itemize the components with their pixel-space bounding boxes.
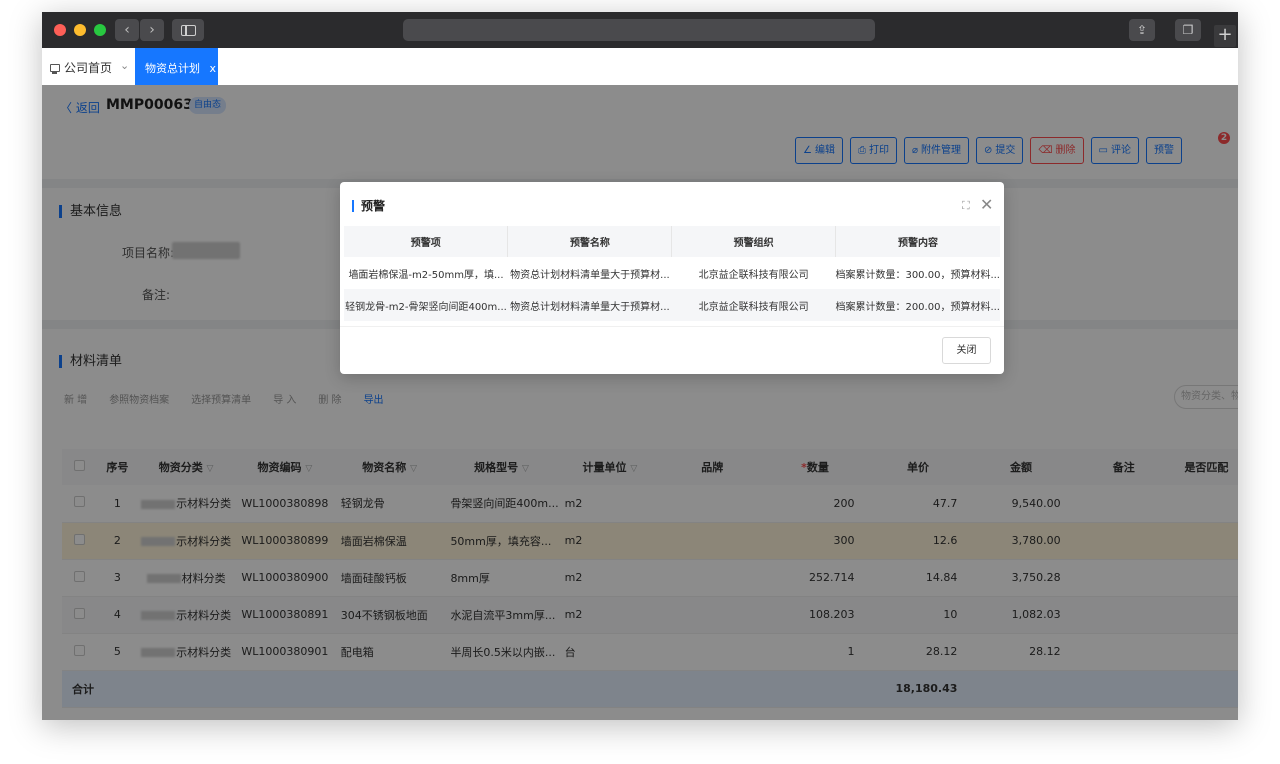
col-warning-item: 预警项 [344,226,509,257]
modal-backdrop[interactable] [42,85,1238,720]
tab-home[interactable]: 公司首页 [50,59,112,76]
close-icon[interactable]: ✕ [980,195,993,214]
col-warning-name: 预警名称 [507,226,673,257]
browser-toolbar: ‹ › ⇪ ❐ + [42,12,1238,48]
browser-window: ‹ › ⇪ ❐ + 公司首页 ⌄ 物资总计划 x 〈 返回 MMP000631 [42,12,1238,720]
monitor-icon [50,63,60,74]
minimize-window-button[interactable] [74,24,86,36]
tab-overview-icon[interactable]: ❐ [1175,19,1201,41]
tab-active-label: 物资总计划 [145,62,200,75]
modal-title: 预警 [352,200,385,212]
col-warning-org: 预警组织 [671,226,836,257]
warning-header-row: 预警项 预警名称 预警组织 预警内容 [344,226,1000,257]
address-bar[interactable] [403,19,875,41]
stage: ‹ › ⇪ ❐ + 公司首页 ⌄ 物资总计划 x 〈 返回 MMP000631 [0,0,1280,764]
new-tab-button[interactable]: + [1214,25,1236,47]
tab-close-icon[interactable]: x [210,62,217,75]
app-tab-bar: 公司首页 ⌄ 物资总计划 x [42,48,1238,85]
close-window-button[interactable] [54,24,66,36]
table-row[interactable]: 轻钢龙骨-m2-骨架竖向间距400m... 物资总计划材料清单量大于预算材...… [344,289,1000,321]
tab-material-plan[interactable]: 物资总计划 x [135,48,218,85]
maximize-window-button[interactable] [94,24,106,36]
modal-close-button[interactable]: 关闭 [942,337,991,364]
modal-divider [340,326,1004,327]
sidebar-toggle-icon[interactable] [172,19,204,41]
warning-table: 预警项 预警名称 预警组织 预警内容 墙面岩棉保温-m2-50mm厚，填... … [344,226,1000,321]
expand-icon[interactable]: ⛶ [962,199,970,213]
share-icon[interactable]: ⇪ [1129,19,1155,41]
table-row[interactable]: 墙面岩棉保温-m2-50mm厚，填... 物资总计划材料清单量大于预算材... … [344,257,1000,289]
tab-home-label: 公司首页 [64,61,113,75]
col-warning-content: 预警内容 [835,226,1000,257]
browser-forward-button[interactable]: › [140,19,164,41]
chevron-down-icon[interactable]: ⌄ [120,59,129,72]
browser-back-button[interactable]: ‹ [115,19,139,41]
warning-modal: 预警 ⛶ ✕ 预警项 预警名称 预警组织 预警内容 墙面岩棉保温-m2-50mm… [340,182,1004,374]
